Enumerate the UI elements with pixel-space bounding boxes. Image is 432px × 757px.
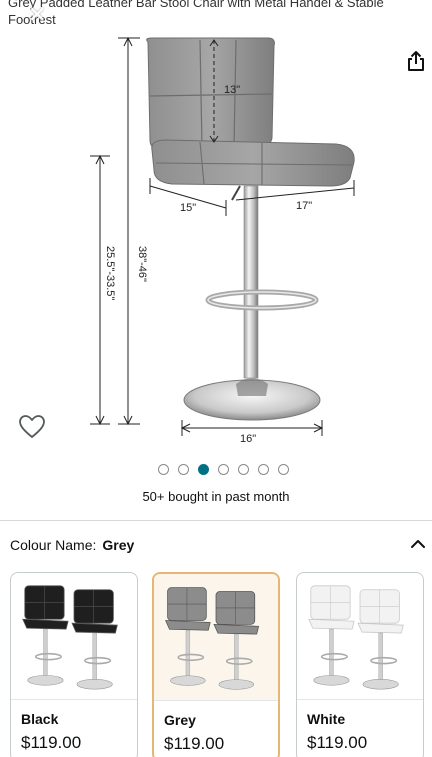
carousel-indicator — [0, 464, 432, 478]
dim-seat-depth: 15" — [180, 202, 197, 214]
carousel-dot[interactable] — [157, 464, 169, 475]
product-title: Grey Padded Leather Bar Stool Chair with… — [8, 0, 384, 27]
dim-back-height: 13" — [224, 84, 241, 96]
title-bar: Grey Padded Leather Bar Stool Chair with… — [0, 0, 432, 34]
section-divider — [0, 520, 432, 521]
colour-option-price: $119.00 — [21, 733, 82, 752]
carousel-dot[interactable] — [277, 464, 289, 475]
colour-option-price: $119.00 — [307, 733, 368, 752]
colour-option-black[interactable]: Black $119.00 — [10, 572, 138, 757]
carousel-dot[interactable] — [217, 464, 229, 475]
colour-option-price: $119.00 — [164, 734, 225, 753]
grey-stool-thumbnail — [154, 574, 278, 700]
collapse-button[interactable] — [408, 534, 428, 554]
dim-total-height: 38"-46" — [136, 246, 148, 282]
chevron-up-icon — [411, 540, 425, 548]
carousel-dot[interactable] — [257, 464, 269, 475]
colour-name-row: Colour Name: Grey — [10, 537, 134, 553]
colour-option-grey[interactable]: Grey $119.00 — [152, 572, 280, 757]
wishlist-button[interactable] — [18, 414, 48, 444]
colour-option-name: White — [307, 711, 346, 727]
colour-option-name: Grey — [164, 712, 196, 728]
bought-in-past-month: 50+ bought in past month — [142, 489, 290, 504]
white-stool-thumbnail — [308, 585, 404, 690]
colour-selected-value: Grey — [102, 537, 135, 553]
carousel-dot[interactable] — [237, 464, 249, 475]
dim-base-diameter: 16" — [240, 433, 257, 445]
product-image[interactable] — [0, 30, 432, 450]
colour-option-name: Black — [21, 711, 59, 727]
carousel-dot[interactable] — [177, 464, 189, 475]
dim-seat-width: 17" — [296, 200, 313, 212]
colour-option-white[interactable]: White $119.00 — [296, 572, 424, 757]
dim-seat-height: 25.5"-33.5" — [104, 246, 116, 301]
carousel-dot[interactable] — [197, 464, 209, 475]
colour-label: Colour Name: — [10, 537, 97, 553]
close-icon[interactable]: ✕ — [28, 2, 46, 28]
black-stool-thumbnail — [22, 585, 118, 690]
heart-icon — [19, 415, 45, 438]
